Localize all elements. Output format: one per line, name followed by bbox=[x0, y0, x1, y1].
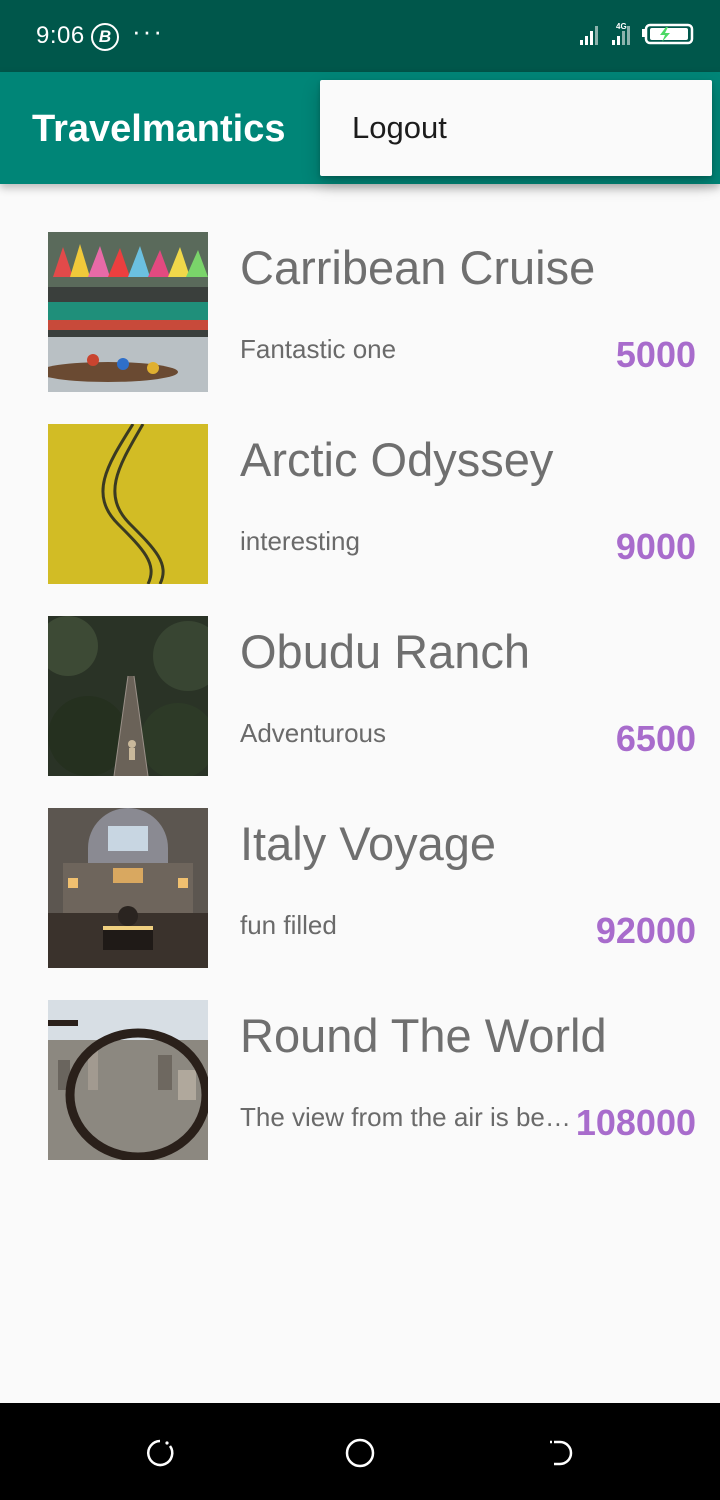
deal-image bbox=[48, 808, 208, 968]
signal-strength-icon bbox=[580, 26, 598, 45]
app-title: Travelmantics bbox=[32, 108, 286, 150]
svg-text:4G: 4G bbox=[616, 22, 627, 31]
deal-price: 108000 bbox=[575, 1102, 696, 1143]
deal-row[interactable]: Round The World The view from the air is… bbox=[0, 952, 720, 1160]
overflow-menu: Logout bbox=[320, 80, 712, 176]
deal-row[interactable]: Obudu Ranch Adventurous 6500 bbox=[0, 568, 720, 776]
deal-price: 9000 bbox=[615, 526, 696, 567]
deal-title: Arctic Odyssey bbox=[240, 433, 554, 486]
deal-row[interactable]: Italy Voyage fun filled 92000 bbox=[0, 760, 720, 968]
city-through-glasses-image bbox=[48, 1000, 208, 1160]
deal-description: The view from the air is beautiful bbox=[240, 1102, 575, 1132]
deal-price: 6500 bbox=[615, 718, 696, 759]
deal-image bbox=[48, 232, 208, 392]
home-icon[interactable] bbox=[344, 1437, 376, 1469]
deal-image bbox=[48, 424, 208, 584]
deal-price: 5000 bbox=[615, 334, 696, 375]
deal-image bbox=[48, 616, 208, 776]
back-icon[interactable] bbox=[544, 1437, 576, 1469]
deal-row[interactable]: Carribean Cruise Fantastic one 5000 bbox=[0, 184, 720, 392]
battery-icon bbox=[642, 23, 694, 45]
deal-title: Obudu Ranch bbox=[240, 625, 531, 678]
yellow-field-tracks-image bbox=[48, 424, 208, 584]
deal-title: Carribean Cruise bbox=[240, 241, 596, 294]
navigation-bar bbox=[0, 1403, 720, 1500]
more-notifications-icon: ··· bbox=[132, 16, 164, 46]
status-bar: 9:06 B ··· 4G bbox=[0, 0, 720, 72]
dragon-boat-festival-image bbox=[48, 232, 208, 392]
signal-4g-icon: 4G bbox=[612, 22, 630, 45]
status-icons: 4G bbox=[580, 22, 696, 50]
deal-title: Italy Voyage bbox=[240, 817, 497, 870]
b-notification-icon: B bbox=[91, 23, 119, 51]
signal-battery-icons: 4G bbox=[580, 22, 694, 45]
deal-title: Round The World bbox=[240, 1009, 607, 1062]
museum-hall-image bbox=[48, 808, 208, 968]
status-time: 9:06 bbox=[36, 22, 85, 49]
forest-bridge-image bbox=[48, 616, 208, 776]
deal-description: interesting bbox=[240, 526, 360, 556]
deal-image bbox=[48, 1000, 208, 1160]
recent-apps-icon[interactable] bbox=[144, 1437, 176, 1469]
logout-menu-item[interactable]: Logout bbox=[352, 110, 447, 146]
deal-description: fun filled bbox=[240, 910, 337, 940]
deal-description: Adventurous bbox=[240, 718, 386, 748]
deal-description: Fantastic one bbox=[240, 334, 397, 364]
deal-price: 92000 bbox=[595, 910, 696, 951]
deal-row[interactable]: Arctic Odyssey interesting 9000 bbox=[0, 376, 720, 584]
